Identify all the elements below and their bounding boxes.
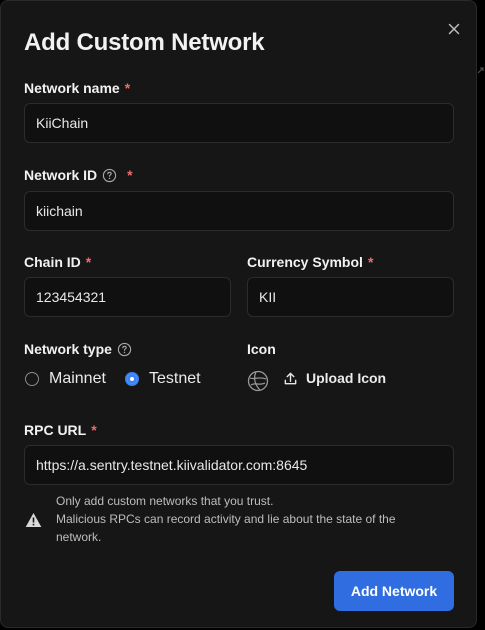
- radio-mainnet-control[interactable]: [25, 372, 39, 386]
- network-id-input[interactable]: [24, 191, 454, 231]
- radio-testnet-label: Testnet: [149, 370, 201, 387]
- network-id-label: Network ID *: [24, 167, 133, 183]
- close-icon[interactable]: [446, 21, 462, 37]
- currency-symbol-label-text: Currency Symbol: [247, 254, 363, 270]
- add-custom-network-dialog: Add Custom Network Network name * Networ…: [0, 0, 477, 628]
- network-name-input[interactable]: [24, 103, 454, 143]
- chain-id-label: Chain ID *: [24, 254, 91, 270]
- chain-id-label-text: Chain ID: [24, 254, 81, 270]
- radio-testnet-control[interactable]: [125, 372, 139, 386]
- dialog-title: Add Custom Network: [24, 29, 265, 56]
- required-mark: *: [85, 254, 92, 270]
- network-name-label: Network name *: [24, 80, 130, 96]
- help-circle-icon[interactable]: [102, 168, 117, 183]
- upload-icon-button[interactable]: Upload Icon: [283, 370, 386, 386]
- upload-icon: [284, 372, 297, 384]
- radio-mainnet-label: Mainnet: [49, 370, 106, 387]
- globe-icon: [247, 370, 269, 392]
- upload-icon-label: Upload Icon: [306, 370, 387, 386]
- warning-line-1: Only add custom networks that you trust.: [56, 494, 274, 508]
- radio-mainnet[interactable]: Mainnet: [25, 370, 106, 388]
- required-mark: *: [367, 254, 374, 270]
- warning-line-3: network.: [56, 530, 102, 544]
- partial-background-icon: [477, 67, 484, 74]
- currency-symbol-input[interactable]: [247, 277, 454, 317]
- warning-message: Only add custom networks that you trust.…: [56, 492, 436, 546]
- chain-id-input[interactable]: [24, 277, 231, 317]
- rpc-url-label-text: RPC URL: [24, 422, 87, 438]
- network-type-label: Network type: [24, 341, 132, 357]
- network-type-label-text: Network type: [24, 341, 112, 357]
- rpc-url-input[interactable]: [24, 445, 454, 485]
- network-id-label-text: Network ID: [24, 167, 98, 183]
- warning-line-2: Malicious RPCs can record activity and l…: [56, 512, 396, 526]
- currency-symbol-label: Currency Symbol *: [247, 254, 373, 270]
- radio-testnet[interactable]: Testnet: [125, 370, 201, 388]
- required-mark: *: [91, 422, 97, 438]
- warning-triangle-icon: [25, 513, 42, 527]
- required-mark: *: [127, 167, 133, 183]
- icon-label-text: Icon: [247, 341, 276, 357]
- add-network-button[interactable]: Add Network: [334, 571, 454, 611]
- required-mark: *: [124, 80, 131, 96]
- icon-label: Icon: [247, 341, 276, 357]
- help-circle-icon[interactable]: [117, 342, 132, 357]
- rpc-url-label: RPC URL *: [24, 422, 97, 438]
- network-name-label-text: Network name: [24, 80, 120, 96]
